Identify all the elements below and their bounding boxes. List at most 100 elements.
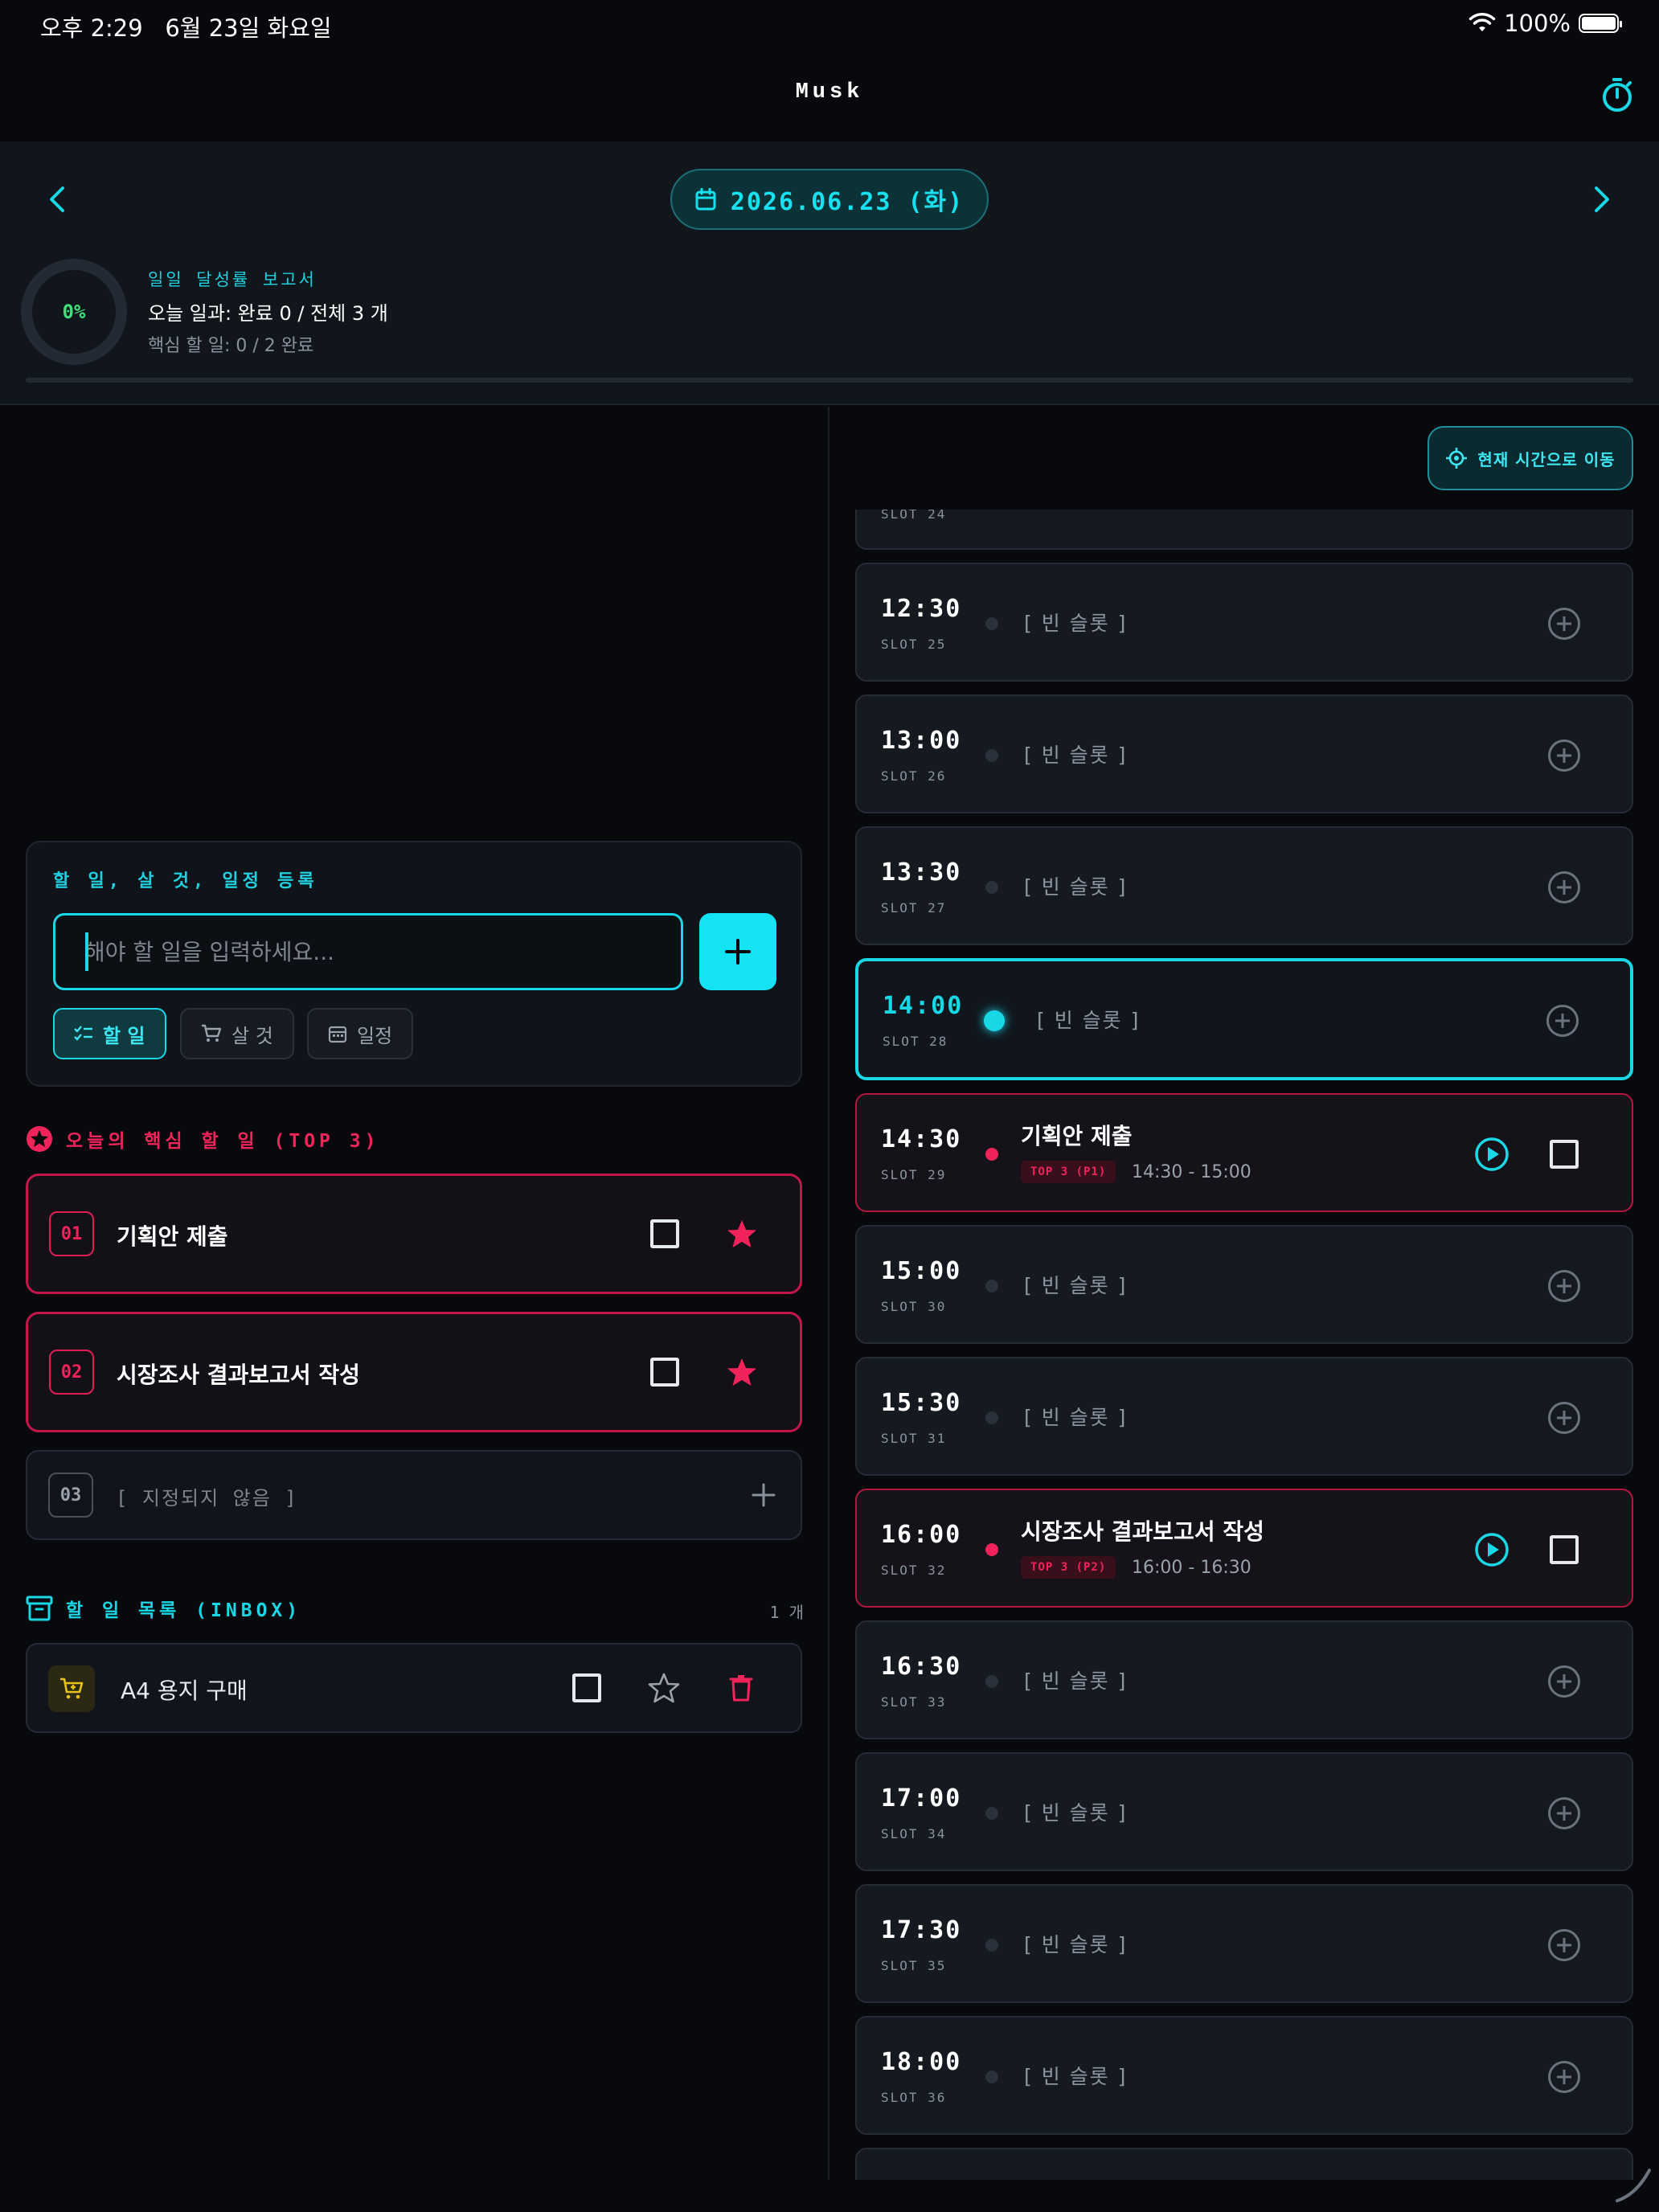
slot-task-label: 시장조사 결과보고서 작성	[1021, 1518, 1264, 1545]
time-slot[interactable]	[855, 2148, 1633, 2180]
plus-icon[interactable]	[751, 1482, 776, 1508]
resize-handle-icon	[1616, 2169, 1651, 2202]
slot-id: SLOT 33	[881, 1694, 947, 1710]
type-schedule-button[interactable]: 일정	[307, 1008, 414, 1059]
time-slot[interactable]: 15:30 SLOT 31 [ 빈 슬롯 ]	[855, 1357, 1633, 1476]
slot-dot	[985, 1148, 998, 1161]
complete-checkbox[interactable]	[650, 1358, 679, 1387]
battery-percent: 100%	[1504, 10, 1571, 37]
time-slot[interactable]: 17:30 SLOT 35 [ 빈 슬롯 ]	[855, 1884, 1633, 2003]
star-filled-icon[interactable]	[726, 1356, 758, 1388]
status-bar: 오후 2:29 6월 23일 화요일 100%	[0, 0, 1659, 50]
top3-item-label: 시장조사 결과보고서 작성	[117, 1362, 360, 1388]
slot-id: SLOT 34	[881, 1826, 947, 1841]
shopping-type-badge	[48, 1665, 95, 1712]
report-summary: 오늘 일과: 완료 0 / 전체 3 개	[148, 302, 388, 325]
column-divider	[828, 407, 830, 2180]
top3-empty-slot[interactable]: 03 [ 지정되지 않음 ]	[26, 1450, 802, 1540]
top3-item[interactable]: 02 시장조사 결과보고서 작성	[26, 1312, 802, 1432]
slot-dot	[985, 1939, 998, 1952]
empty-slot-label: [ 빈 슬롯 ]	[1024, 1801, 1128, 1825]
complete-checkbox[interactable]	[650, 1219, 679, 1248]
scheduled-task-slot[interactable]: 14:30 SLOT 29 기획안 제출 TOP 3 (P1) 14:30 - …	[855, 1093, 1633, 1212]
status-clock: 오후 2:29	[40, 14, 143, 42]
time-slot[interactable]: SLOT 24	[855, 510, 1633, 550]
empty-slot-label: [ 빈 슬롯 ]	[1024, 1274, 1128, 1297]
priority-badge: TOP 3 (P1)	[1021, 1161, 1116, 1183]
slot-time: 14:30	[881, 1125, 962, 1153]
daily-report-panel: 2026.06.23 (화) 0% 일일 달성률 보고서 오늘 일과: 완료 0…	[0, 141, 1659, 405]
goto-now-button[interactable]: 현재 시간으로 이동	[1428, 426, 1633, 490]
add-slot-icon[interactable]	[1546, 1005, 1579, 1037]
battery-icon	[1579, 14, 1622, 33]
chevron-left-icon[interactable]	[37, 178, 79, 220]
slot-id: SLOT 36	[881, 2090, 947, 2105]
slot-dot	[985, 1807, 998, 1820]
type-todo-button[interactable]: 할 일	[53, 1008, 166, 1059]
star-filled-icon[interactable]	[726, 1218, 758, 1250]
top3-item[interactable]: 01 기획안 제출	[26, 1174, 802, 1294]
cart-icon	[202, 1024, 222, 1042]
cart-icon	[60, 1677, 84, 1699]
empty-slot-label: [ 빈 슬롯 ]	[1024, 875, 1128, 899]
chevron-right-icon[interactable]	[1580, 178, 1622, 220]
slot-dot	[985, 1411, 998, 1424]
add-slot-icon[interactable]	[1548, 1929, 1580, 1961]
date-picker-button[interactable]: 2026.06.23 (화)	[670, 169, 989, 230]
complete-checkbox[interactable]	[572, 1673, 601, 1702]
slot-id: SLOT 24	[881, 510, 947, 522]
completion-ring: 0%	[21, 259, 127, 365]
time-slot[interactable]: 18:00 SLOT 36 [ 빈 슬롯 ]	[855, 2016, 1633, 2135]
complete-checkbox[interactable]	[1550, 1535, 1579, 1564]
empty-slot-label: [ 빈 슬롯 ]	[1024, 1669, 1128, 1693]
inbox-item-label: A4 용지 구매	[121, 1677, 248, 1704]
calendar-icon	[695, 188, 716, 211]
add-slot-icon[interactable]	[1548, 1797, 1580, 1829]
scheduled-task-slot[interactable]: 16:00 SLOT 32 시장조사 결과보고서 작성 TOP 3 (P2) 1…	[855, 1489, 1633, 1608]
time-slot[interactable]: 15:00 SLOT 30 [ 빈 슬롯 ]	[855, 1225, 1633, 1344]
slot-time-range: 16:00 - 16:30	[1132, 1558, 1251, 1578]
complete-checkbox[interactable]	[1550, 1140, 1579, 1169]
task-input[interactable]	[53, 913, 683, 990]
inbox-item[interactable]: A4 용지 구매	[26, 1643, 802, 1733]
star-badge-icon	[27, 1126, 52, 1152]
slot-id: SLOT 25	[881, 637, 947, 652]
play-icon[interactable]	[1474, 1532, 1509, 1567]
inbox-section-header: 할 일 목록 (INBOX)	[26, 1595, 301, 1622]
type-shopping-button[interactable]: 살 것	[180, 1008, 294, 1059]
slot-id: SLOT 29	[881, 1167, 947, 1182]
current-time-slot[interactable]: 14:00 SLOT 28 [ 빈 슬롯 ]	[855, 958, 1633, 1080]
time-slot[interactable]: 12:30 SLOT 25 [ 빈 슬롯 ]	[855, 563, 1633, 682]
time-slot[interactable]: 13:00 SLOT 26 [ 빈 슬롯 ]	[855, 694, 1633, 813]
rank-badge: 03	[48, 1473, 93, 1518]
add-slot-icon[interactable]	[1548, 2061, 1580, 2093]
add-slot-icon[interactable]	[1548, 871, 1580, 903]
play-icon[interactable]	[1474, 1137, 1509, 1172]
top3-title: 오늘의 핵심 할 일 (TOP 3)	[66, 1131, 380, 1152]
slot-time-range: 14:30 - 15:00	[1132, 1162, 1251, 1182]
archive-icon	[26, 1596, 53, 1621]
add-slot-icon[interactable]	[1548, 1665, 1580, 1698]
add-slot-icon[interactable]	[1548, 608, 1580, 640]
slot-dot	[985, 1543, 998, 1556]
slot-dot	[985, 1280, 998, 1292]
slot-id: SLOT 35	[881, 1958, 947, 1973]
slot-dot	[985, 617, 998, 630]
timeline-scroll[interactable]: SLOT 24 12:30 SLOT 25 [ 빈 슬롯 ] 13:00 SLO…	[855, 510, 1633, 2180]
empty-slot-label: [ 빈 슬롯 ]	[1024, 1406, 1128, 1429]
slot-time: 15:30	[881, 1389, 962, 1417]
trash-icon[interactable]	[728, 1673, 754, 1702]
stopwatch-icon[interactable]	[1598, 76, 1636, 114]
time-slot[interactable]: 13:30 SLOT 27 [ 빈 슬롯 ]	[855, 826, 1633, 945]
star-outline-icon[interactable]	[648, 1672, 680, 1704]
app-header: Musk	[0, 50, 1659, 141]
add-task-button[interactable]	[699, 913, 776, 990]
add-slot-icon[interactable]	[1548, 1402, 1580, 1434]
time-slot[interactable]: 17:00 SLOT 34 [ 빈 슬롯 ]	[855, 1752, 1633, 1871]
time-slot[interactable]: 16:30 SLOT 33 [ 빈 슬롯 ]	[855, 1620, 1633, 1739]
slot-id: SLOT 31	[881, 1431, 947, 1446]
calendar-icon	[328, 1026, 347, 1043]
slot-time: 17:30	[881, 1916, 962, 1944]
add-slot-icon[interactable]	[1548, 1270, 1580, 1302]
add-slot-icon[interactable]	[1548, 739, 1580, 772]
